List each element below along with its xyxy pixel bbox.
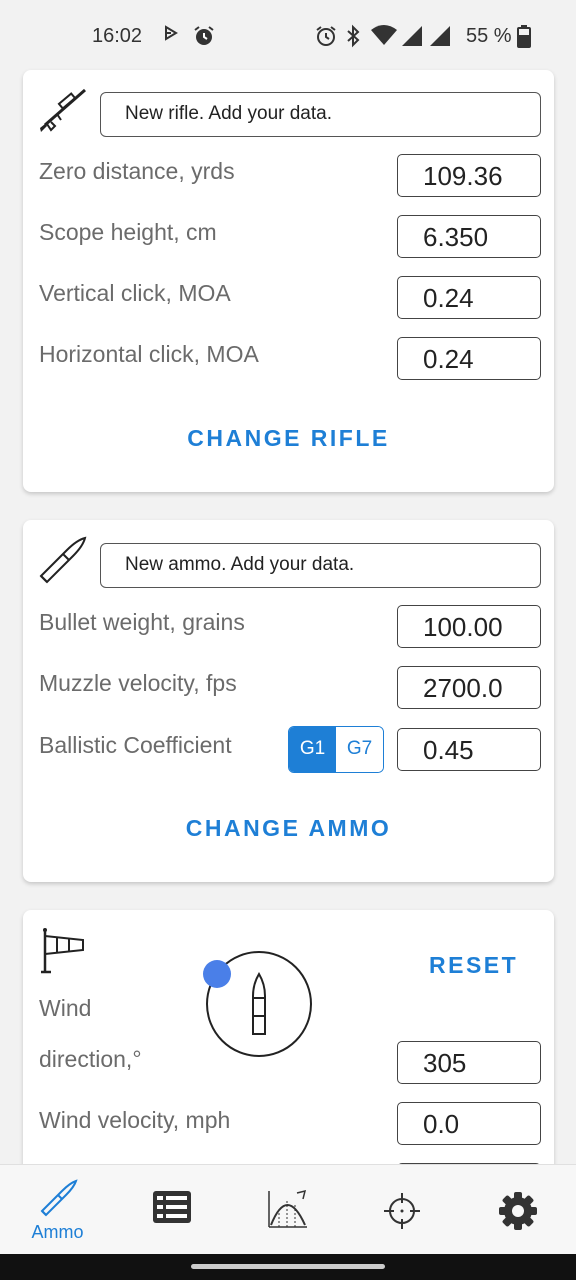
rifle-icon <box>40 88 86 132</box>
status-time: 16:02 <box>92 25 143 47</box>
nav-item-settings[interactable] <box>460 1165 575 1255</box>
alarm-icon <box>316 26 336 46</box>
reset-wind-button[interactable]: RESET <box>429 952 518 979</box>
bullet-weight-label: Bullet weight, grains <box>39 609 245 635</box>
scope-height-input[interactable]: 6.350 <box>397 215 541 258</box>
rifle-card: New rifle. Add your data. Zero distance,… <box>23 70 554 492</box>
zero-distance-input[interactable]: 109.36 <box>397 154 541 197</box>
nav-item-trajectory[interactable] <box>230 1165 345 1255</box>
windsock-icon <box>41 928 84 974</box>
signal-icon <box>402 26 422 46</box>
bullet-weight-input[interactable]: 100.00 <box>397 605 541 648</box>
list-icon <box>153 1191 191 1223</box>
vertical-click-label: Vertical click, MOA <box>39 280 231 306</box>
trajectory-icon <box>268 1189 307 1228</box>
ammo-name-field[interactable]: New ammo. Add your data. <box>100 543 541 588</box>
horizontal-click-label: Horizontal click, MOA <box>39 341 259 367</box>
crosshair-icon <box>384 1193 420 1229</box>
rifle-name-field[interactable]: New rifle. Add your data. <box>100 92 541 137</box>
muzzle-velocity-label: Muzzle velocity, fps <box>39 670 237 696</box>
wind-direction-handle[interactable] <box>203 960 231 988</box>
bullet-icon <box>39 536 87 584</box>
nav-label-ammo: Ammo <box>31 1222 84 1242</box>
gear-icon <box>499 1192 537 1230</box>
horizontal-click-input[interactable]: 0.24 <box>397 337 541 380</box>
drag-model-toggle: G1 G7 <box>288 726 384 773</box>
bullet-icon <box>252 972 266 1035</box>
scope-height-label: Scope height, cm <box>39 219 217 245</box>
change-rifle-button[interactable]: CHANGE RIFLE <box>23 425 554 452</box>
wind-direction-label-line1: Wind <box>39 995 92 1021</box>
status-bar: 16:02 55 % <box>0 0 576 70</box>
battery-percent: 55 % <box>466 25 512 47</box>
gesture-handle[interactable] <box>191 1264 385 1269</box>
change-ammo-button[interactable]: CHANGE AMMO <box>23 815 554 842</box>
zero-distance-label: Zero distance, yrds <box>39 158 235 184</box>
battery-icon <box>517 25 531 48</box>
vertical-click-input[interactable]: 0.24 <box>397 276 541 319</box>
ammo-card: New ammo. Add your data. Bullet weight, … <box>23 520 554 882</box>
wind-direction-input[interactable]: 305 <box>397 1041 541 1084</box>
g1-option[interactable]: G1 <box>289 727 336 772</box>
alarm-icon <box>194 26 214 45</box>
signal-icon <box>430 26 450 46</box>
g7-option[interactable]: G7 <box>336 727 383 772</box>
play-icon <box>165 25 178 41</box>
bottom-nav: Ammo <box>0 1164 576 1254</box>
ballistic-coefficient-label: Ballistic Coefficient <box>39 732 232 758</box>
ballistic-coefficient-input[interactable]: 0.45 <box>397 728 541 771</box>
wind-direction-label-line2: direction,° <box>39 1046 142 1072</box>
wind-velocity-label: Wind velocity, mph <box>39 1107 231 1133</box>
wifi-icon <box>371 25 397 45</box>
muzzle-velocity-input[interactable]: 2700.0 <box>397 666 541 709</box>
nav-item-target[interactable] <box>345 1165 460 1255</box>
bluetooth-icon <box>347 24 360 48</box>
wind-velocity-input[interactable]: 0.0 <box>397 1102 541 1145</box>
nav-item-ammo[interactable]: Ammo <box>0 1165 115 1255</box>
nav-item-list[interactable] <box>115 1165 230 1255</box>
ammo-icon <box>40 1179 78 1217</box>
